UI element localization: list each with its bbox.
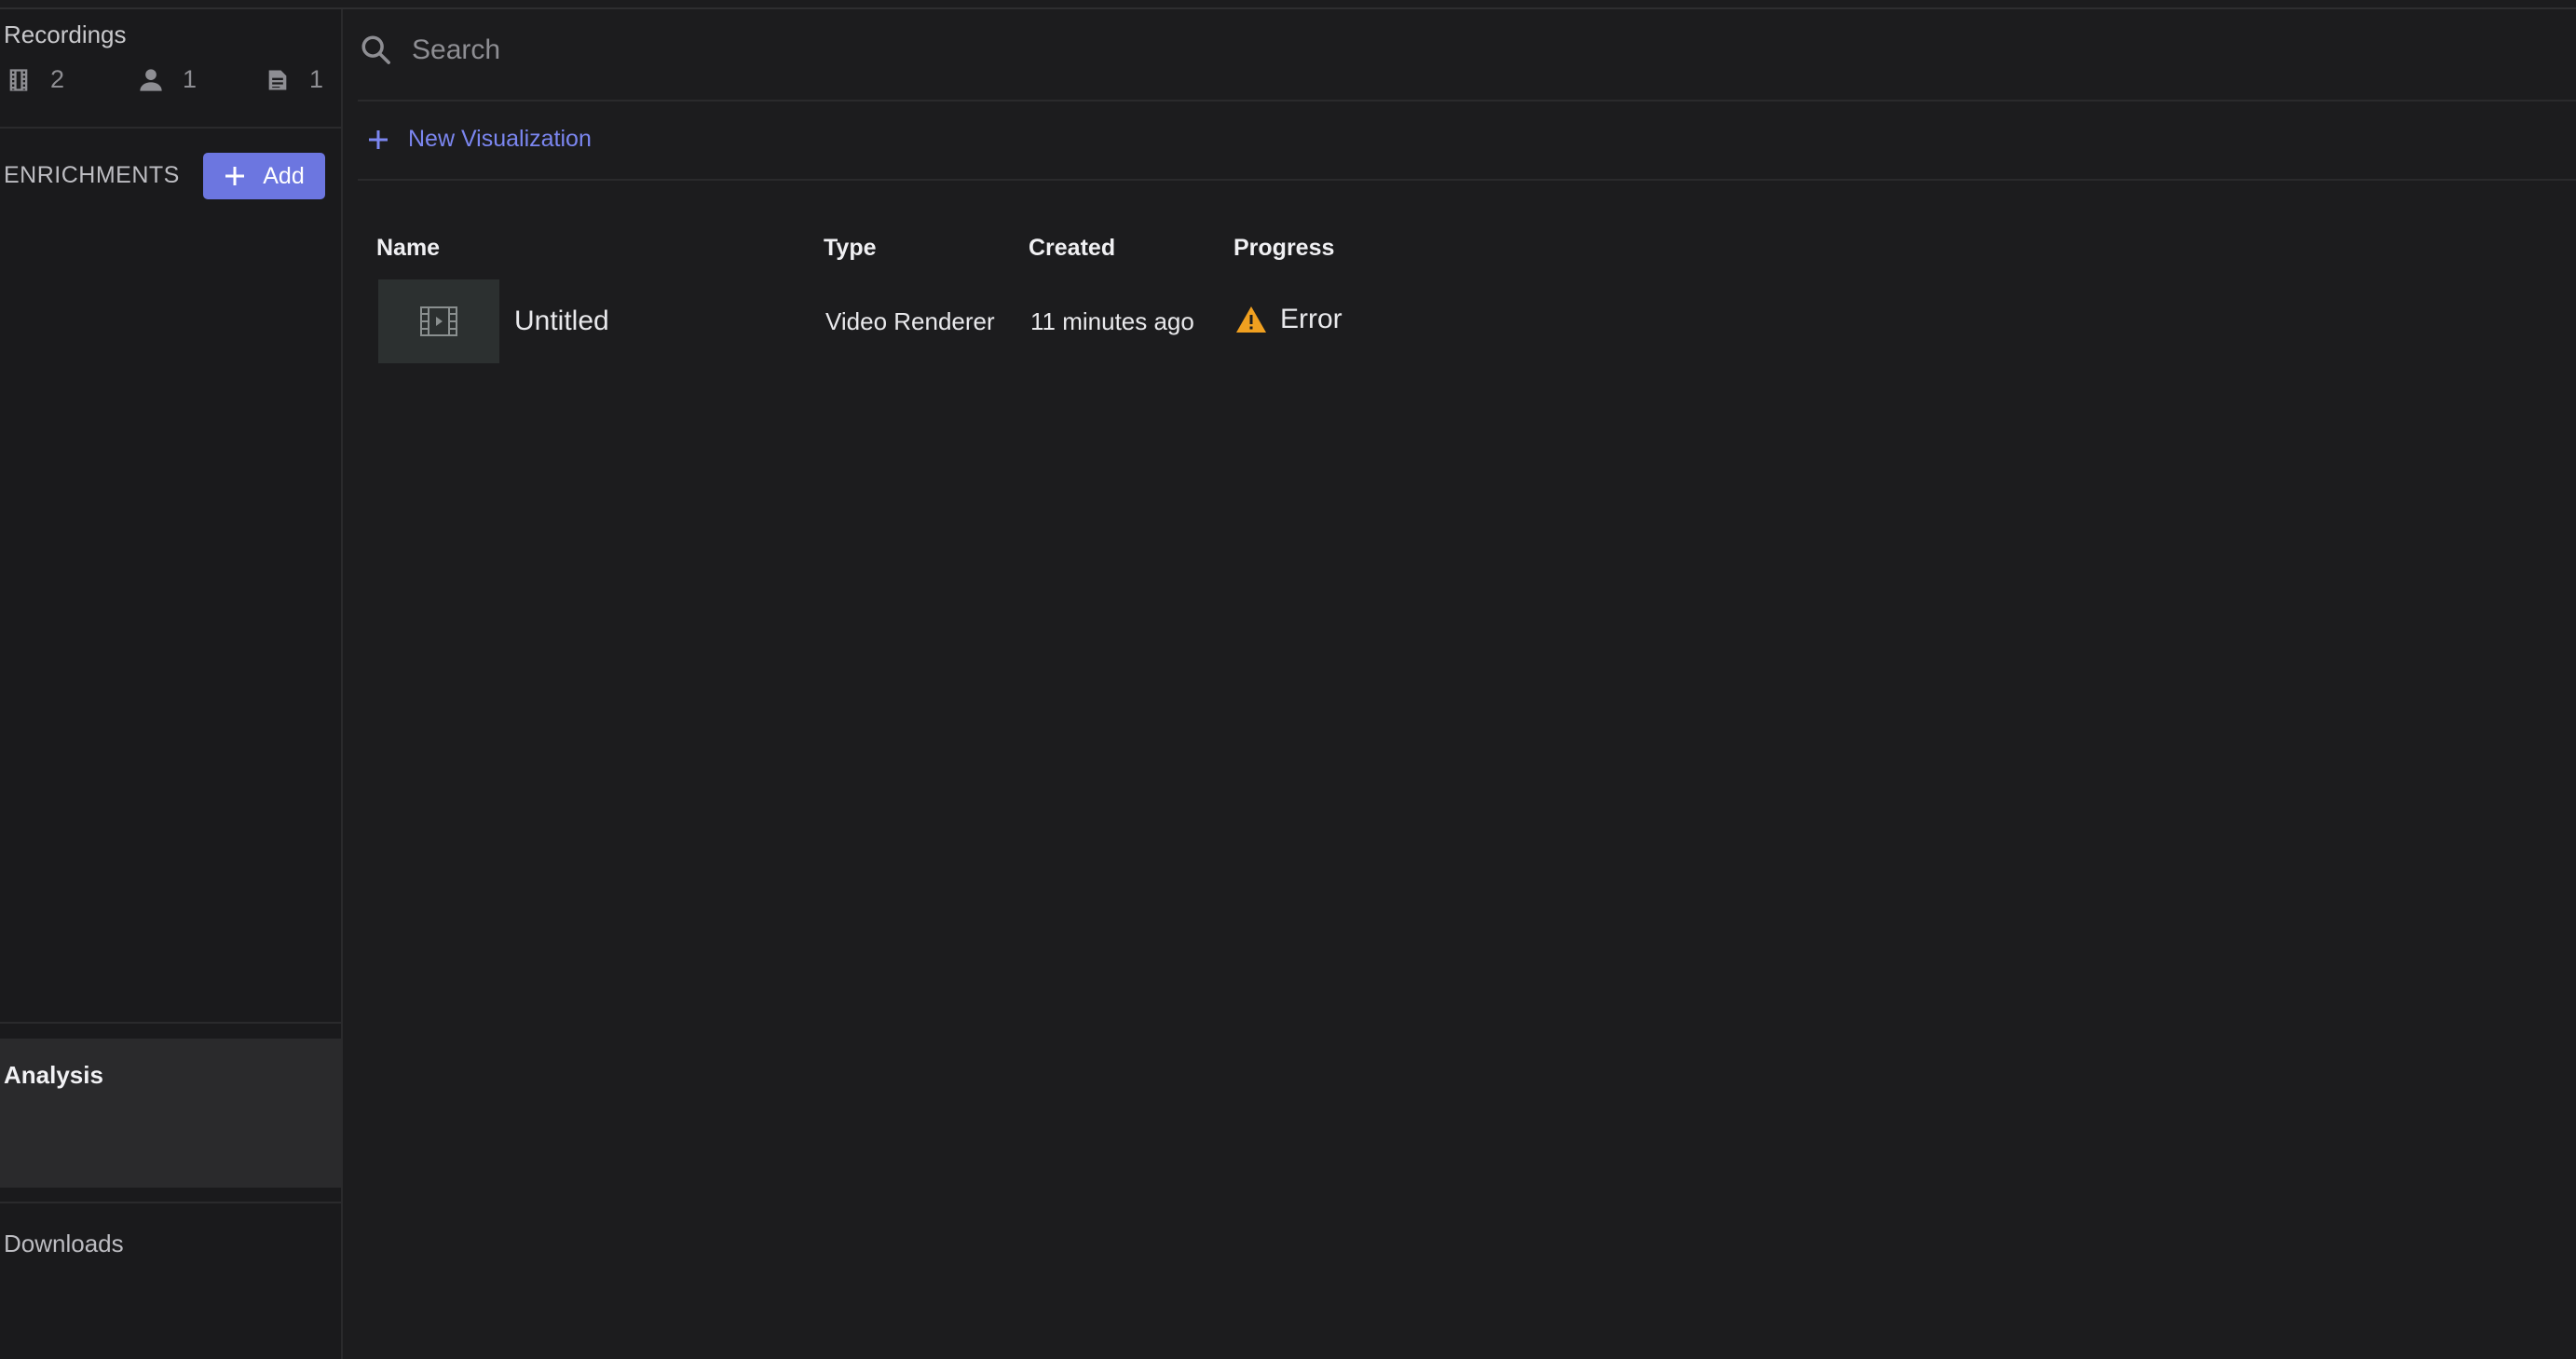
table-row[interactable]: Untitled Video Renderer 11 minutes ago E… [378, 279, 1589, 365]
sidebar-divider [0, 1202, 341, 1203]
add-button-label: Add [263, 162, 305, 189]
row-name: Untitled [514, 306, 609, 336]
templates-count: 1 [265, 65, 323, 94]
sidebar-item-downloads[interactable]: Downloads [4, 1230, 124, 1258]
plus-icon [225, 167, 245, 185]
sidebar-divider [0, 1022, 341, 1024]
toolbar-divider [358, 179, 2576, 181]
column-header-type[interactable]: Type [824, 235, 877, 262]
visualization-thumbnail [378, 279, 499, 363]
new-visualization-button[interactable]: New Visualization [367, 126, 592, 153]
plus-icon [369, 129, 388, 149]
enrichments-label: ENRICHMENTS [4, 162, 180, 188]
search-divider [358, 100, 2576, 102]
column-header-created[interactable]: Created [1029, 235, 1115, 262]
row-type: Video Renderer [825, 307, 995, 335]
warning-icon [1236, 306, 1266, 333]
analysis-label: Analysis [4, 1061, 103, 1089]
film-icon [9, 68, 28, 91]
video-icon [420, 306, 457, 336]
document-icon [268, 70, 287, 89]
recordings-title[interactable]: Recordings [4, 20, 127, 49]
sidebar-divider [0, 127, 341, 129]
wearers-count-value: 1 [183, 65, 198, 93]
recordings-count: 2 [6, 65, 64, 94]
row-progress: Error [1235, 304, 1343, 335]
person-icon [140, 68, 162, 91]
search-input[interactable] [410, 28, 1718, 73]
add-enrichment-button[interactable]: Add [203, 153, 325, 199]
column-header-name[interactable]: Name [376, 235, 440, 262]
recordings-count-value: 2 [50, 65, 65, 93]
wearers-count: 1 [138, 65, 197, 94]
sidebar: Recordings 2 1 1 ENRICHMENTS Add Analysi… [0, 9, 343, 1359]
progress-status: Error [1280, 304, 1343, 334]
row-created: 11 minutes ago [1030, 307, 1194, 335]
sidebar-item-analysis[interactable]: Analysis [0, 1039, 341, 1188]
column-header-progress[interactable]: Progress [1233, 235, 1334, 262]
templates-count-value: 1 [309, 65, 324, 93]
main-panel: New Visualization Name Type Created Prog… [343, 9, 2576, 1359]
new-visualization-label: New Visualization [408, 126, 592, 152]
search-icon [361, 35, 390, 64]
